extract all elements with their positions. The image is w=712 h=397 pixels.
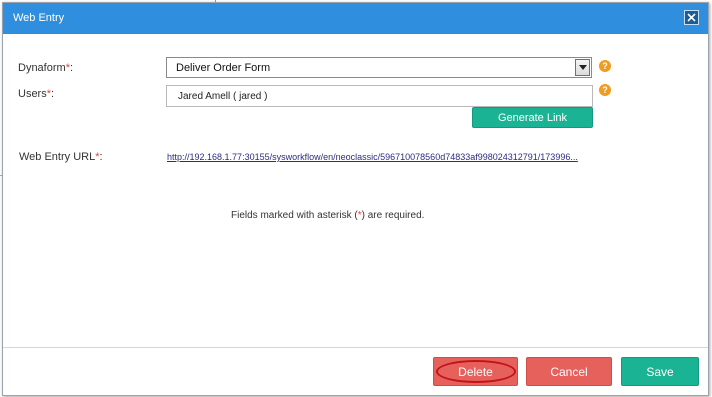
cancel-button[interactable]: Cancel (526, 357, 612, 386)
url-label-text: Web Entry URL (19, 151, 96, 163)
save-button[interactable]: Save (621, 357, 699, 386)
label-colon: : (51, 88, 55, 100)
delete-button[interactable]: Delete (433, 357, 518, 386)
label-colon: : (99, 151, 103, 163)
footer-divider (3, 347, 708, 348)
required-fields-note: Fields marked with asterisk (*) are requ… (231, 210, 424, 221)
dynaform-label: Dynaform*: (18, 62, 73, 74)
users-label-text: Users (18, 88, 47, 100)
users-field-value: Jared Amell ( jared ) (178, 91, 268, 102)
dynaform-label-text: Dynaform (18, 62, 66, 74)
web-entry-url-link[interactable]: http://192.168.1.77:30155/sysworkflow/en… (167, 152, 578, 162)
web-entry-dialog: Web Entry Dynaform*: Deliver Order Form … (2, 2, 709, 396)
users-field[interactable]: Jared Amell ( jared ) (166, 85, 593, 107)
close-button[interactable] (684, 10, 699, 25)
dropdown-button[interactable] (575, 59, 590, 76)
label-colon: : (69, 62, 74, 74)
note-prefix: Fields marked with asterisk ( (231, 210, 358, 221)
dynaform-selected-value: Deliver Order Form (176, 62, 271, 74)
users-label: Users*: (18, 88, 54, 100)
chevron-down-icon (579, 65, 587, 70)
web-entry-url-label: Web Entry URL*: (19, 151, 103, 163)
users-help-icon[interactable]: ? (599, 84, 611, 96)
close-icon (687, 13, 696, 22)
dynaform-select[interactable]: Deliver Order Form (166, 57, 592, 78)
dialog-title: Web Entry (13, 12, 65, 24)
generate-link-button[interactable]: Generate Link (472, 107, 593, 128)
dynaform-help-icon[interactable]: ? (599, 60, 611, 72)
dialog-titlebar: Web Entry (3, 3, 708, 34)
note-suffix: ) are required. (361, 210, 425, 221)
